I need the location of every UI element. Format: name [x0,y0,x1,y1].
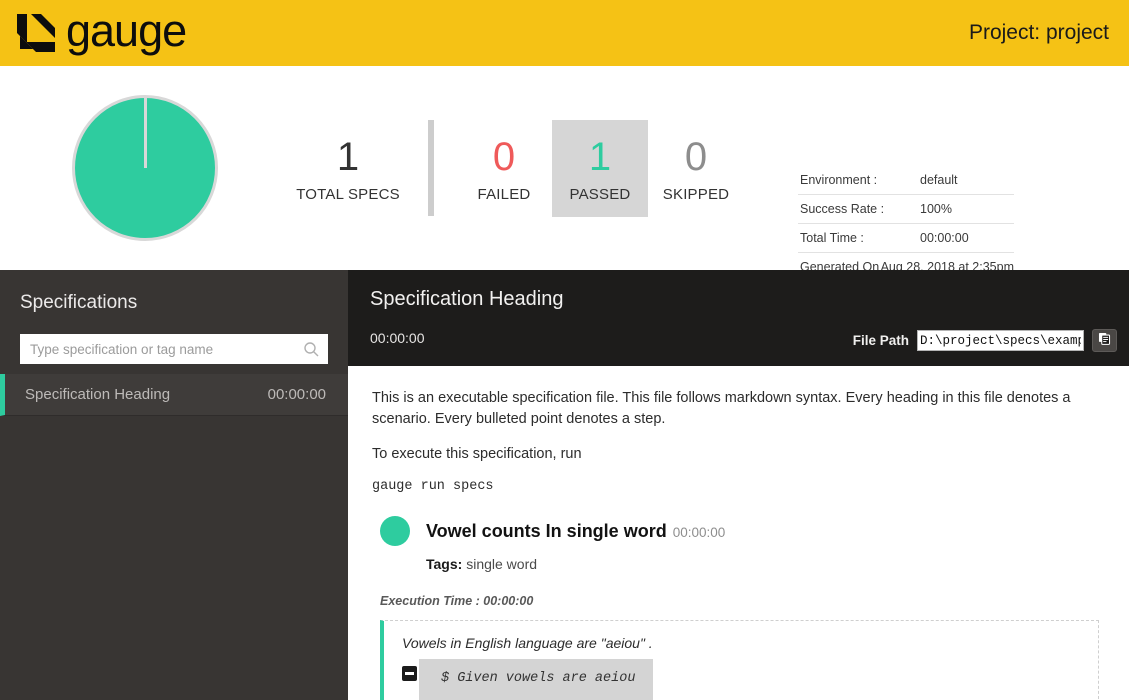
stat-skipped-value: 0 [648,136,744,178]
stat-passed-value: 1 [552,136,648,178]
spec-item-name: Specification Heading [25,386,170,403]
spec-description-paragraph-1: This is an executable specification file… [372,388,1099,430]
brand[interactable]: gauge [14,8,186,59]
specifications-sidebar: Specifications Specification Heading 00:… [0,270,348,700]
stat-failed-label: FAILED [456,186,552,203]
spec-content: This is an executable specification file… [348,366,1129,700]
meta-row-success-rate: Success Rate : 100% [798,195,1014,224]
file-path-input[interactable] [917,330,1084,351]
spec-run-command: gauge run specs [372,479,1099,494]
app-header: gauge Project: project [0,0,1129,66]
stat-total-specs-label: TOTAL SPECS [290,186,406,203]
scenario-title-text: Vowel counts In single word [426,521,667,541]
spec-description-paragraph-2: To execute this specification, run [372,444,1099,465]
scenario-time: 00:00:00 [673,525,726,540]
meta-value-success-rate: 100% [920,202,1014,216]
scenario: Vowel counts In single word 00:00:00 Tags… [372,516,1099,700]
spec-list: Specification Heading 00:00:00 [0,374,348,416]
spec-search-box[interactable] [20,334,328,364]
sidebar-title: Specifications [0,270,348,314]
stat-passed[interactable]: 1 PASSED [552,120,648,217]
search-input[interactable] [20,334,328,364]
project-title: Project: project [969,21,1109,45]
stat-total-specs-value: 1 [290,136,406,178]
file-path-label: File Path [853,333,909,348]
meta-value-total-time: 00:00:00 [920,231,1014,245]
meta-key-total-time: Total Time : [800,231,920,245]
copy-file-path-button[interactable] [1092,329,1117,352]
result-pie-chart [0,95,290,241]
copy-icon [1098,332,1111,350]
spec-detail-panel: Specification Heading 00:00:00 File Path [348,270,1129,700]
spec-header: Specification Heading 00:00:00 File Path [348,270,1129,366]
spec-item-time: 00:00:00 [268,386,326,403]
meta-value-environment: default [920,173,1014,187]
scenario-execution-time: Execution Time : 00:00:00 [380,594,1099,608]
scenario-tags-value: single word [466,556,537,572]
scenario-header: Vowel counts In single word 00:00:00 [380,516,1099,546]
meta-key-environment: Environment : [800,173,920,187]
scenario-tags-label: Tags: [426,556,462,572]
gauge-logo-icon [14,11,58,55]
stat-failed-value: 0 [456,136,552,178]
brand-name: gauge [66,8,186,59]
sidebar-item-specification-heading[interactable]: Specification Heading 00:00:00 [0,374,348,416]
step-code: $ Given vowels are aeiou [419,659,653,700]
file-path-group: File Path [853,329,1117,352]
stats-divider [428,120,434,216]
meta-row-total-time: Total Time : 00:00:00 [798,224,1014,253]
stat-total-specs: 1 TOTAL SPECS [290,120,406,217]
stat-skipped-label: SKIPPED [648,186,744,203]
pie-chart-icon [72,95,218,241]
scenario-tags: Tags: single word [426,556,1099,572]
step-detail-row: $ Given vowels are aeiou [402,659,1084,700]
step-block: Vowels in English language are "aeiou" .… [380,620,1099,700]
stat-passed-label: PASSED [552,186,648,203]
spec-title: Specification Heading [348,288,1129,311]
stat-failed[interactable]: 0 FAILED [456,120,552,217]
body-area: Specifications Specification Heading 00:… [0,270,1129,700]
pie-slice-divider [144,98,147,168]
scenario-title: Vowel counts In single word 00:00:00 [426,521,725,542]
stats-group: 1 TOTAL SPECS 0 FAILED 1 PASSED 0 SKIPPE… [290,120,744,217]
step-text: Vowels in English language are "aeiou" . [402,635,1084,651]
summary-bar: 1 TOTAL SPECS 0 FAILED 1 PASSED 0 SKIPPE… [0,66,1129,270]
meta-row-environment: Environment : default [798,166,1014,195]
collapse-minus-icon[interactable] [402,666,417,681]
passed-circle-icon [380,516,410,546]
search-icon[interactable] [303,341,319,357]
stat-skipped[interactable]: 0 SKIPPED [648,120,744,217]
meta-key-success-rate: Success Rate : [800,202,920,216]
